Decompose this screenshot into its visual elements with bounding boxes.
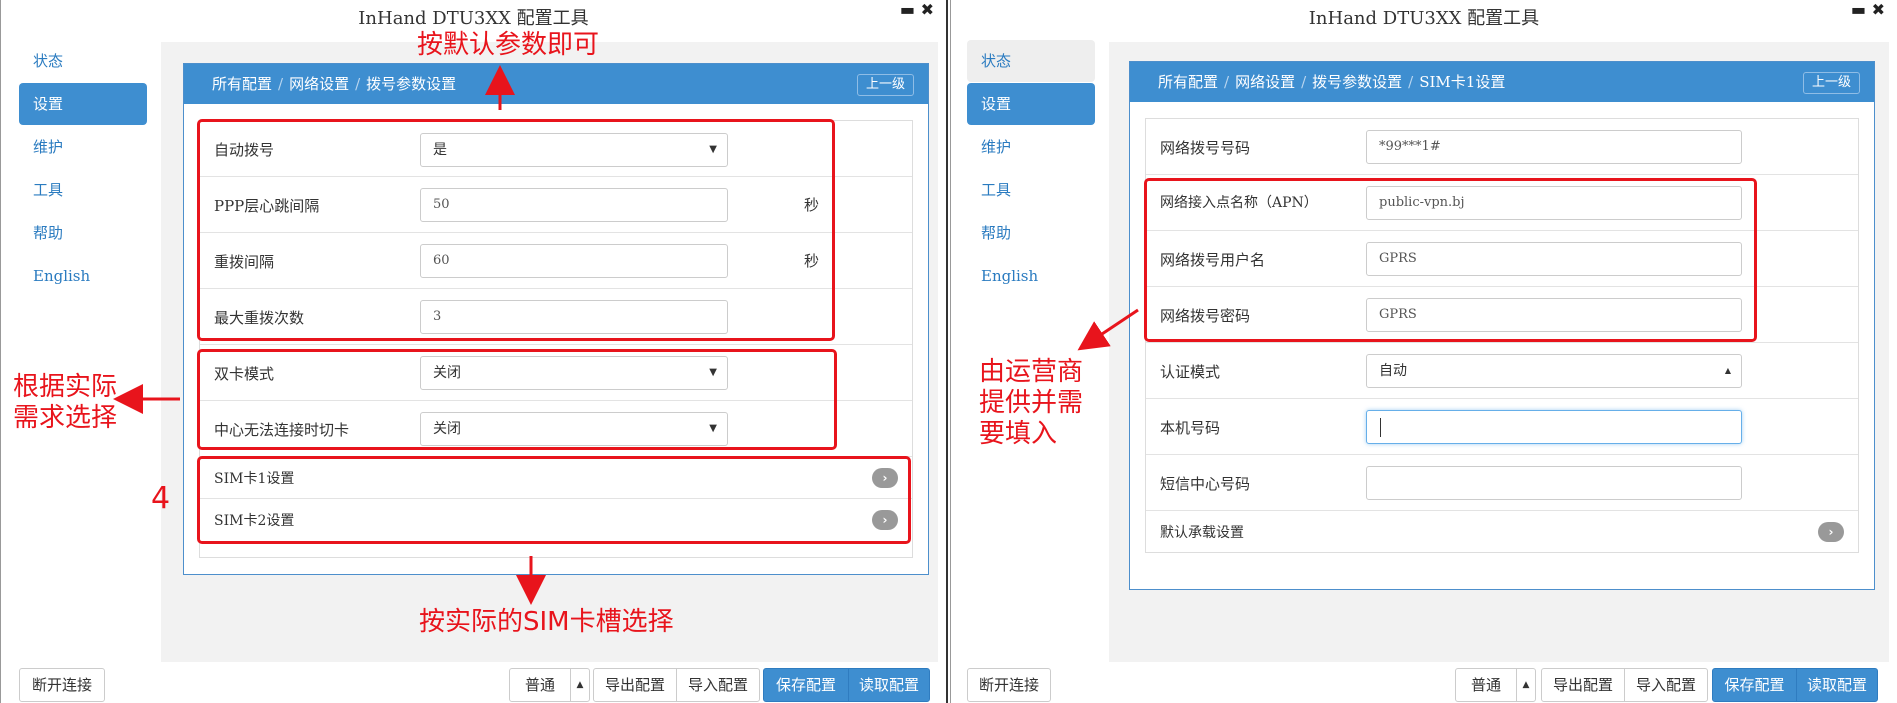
annotation-arrows [113, 65, 1139, 605]
arrow-down-left-icon [1077, 308, 1139, 351]
